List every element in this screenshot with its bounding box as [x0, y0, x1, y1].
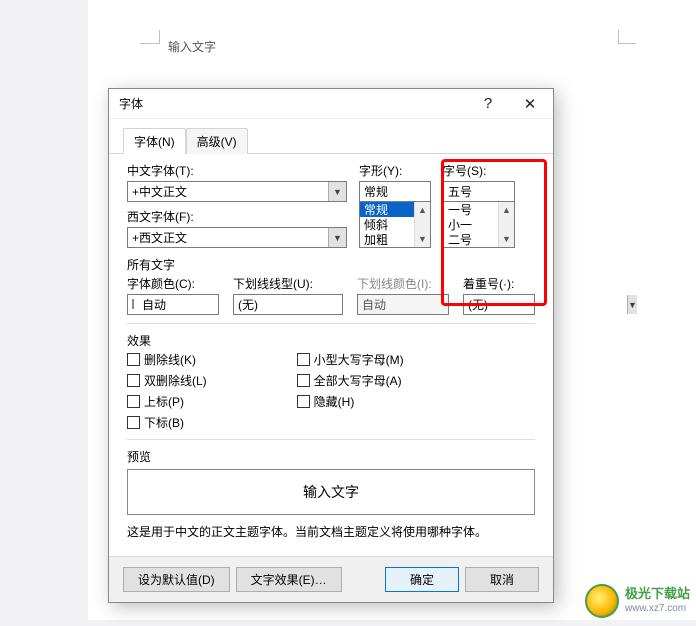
checkbox-strike[interactable]: 删除线(K)	[127, 351, 207, 368]
watermark-url: www.xz7.com	[625, 601, 690, 616]
checkbox-icon	[297, 395, 310, 408]
divider	[127, 439, 535, 440]
close-button[interactable]: ✕	[509, 89, 551, 119]
underline-color-combo: ▼	[357, 294, 449, 315]
list-item[interactable]: 加粗	[360, 232, 414, 247]
page-corner-top-right	[618, 30, 636, 44]
effects-left-col: 删除线(K) 双删除线(L) 上标(P) 下标(B)	[127, 351, 207, 431]
color-swatch-icon	[132, 299, 134, 309]
tabbar: 字体(N) 高级(V)	[109, 119, 553, 154]
checkbox-dstrike[interactable]: 双删除线(L)	[127, 372, 207, 389]
scroll-up-icon[interactable]: ▲	[415, 202, 430, 218]
watermark-logo-icon	[585, 584, 619, 618]
label-en-font: 西文字体(F):	[127, 208, 347, 225]
tab-font[interactable]: 字体(N)	[123, 128, 186, 154]
label-underline-style: 下划线线型(U):	[233, 275, 343, 292]
page-corner-top-left	[140, 30, 160, 44]
scroll-track[interactable]	[415, 218, 430, 231]
label-effects: 效果	[127, 332, 535, 349]
chevron-down-icon[interactable]: ▼	[328, 182, 346, 201]
document-placeholder-text: 输入文字	[168, 38, 216, 55]
tab-advanced[interactable]: 高级(V)	[186, 128, 248, 154]
en-font-input[interactable]	[128, 228, 328, 247]
scroll-down-icon[interactable]: ▼	[415, 231, 430, 247]
label-cn-font: 中文字体(T):	[127, 162, 347, 179]
label-underline-color: 下划线颜色(I):	[357, 275, 449, 292]
checkbox-super[interactable]: 上标(P)	[127, 393, 207, 410]
label-preview: 预览	[127, 448, 535, 465]
checkbox-allcaps[interactable]: 全部大写字母(A)	[297, 372, 404, 389]
checkbox-icon	[127, 416, 140, 429]
list-item[interactable]: 常规	[360, 202, 414, 217]
checkbox-icon	[297, 353, 310, 366]
en-font-combo[interactable]: ▼	[127, 227, 347, 248]
effects-right-col: 小型大写字母(M) 全部大写字母(A) 隐藏(H)	[297, 351, 404, 431]
checkbox-icon	[127, 374, 140, 387]
cancel-button[interactable]: 取消	[465, 567, 539, 592]
color-combo[interactable]: ▼	[127, 294, 219, 315]
list-item[interactable]: 倾斜	[360, 217, 414, 232]
divider	[127, 323, 535, 324]
cn-font-combo[interactable]: ▼	[127, 181, 347, 202]
dialog-titlebar[interactable]: 字体 ? ✕	[109, 89, 553, 119]
checkbox-icon	[127, 353, 140, 366]
text-effects-button[interactable]: 文字效果(E)…	[236, 567, 342, 592]
preview-box: 输入文字	[127, 469, 535, 515]
annotation-highlight	[441, 159, 547, 306]
watermark: 极光下载站 www.xz7.com	[585, 584, 690, 618]
help-button[interactable]: ?	[467, 89, 509, 119]
label-style: 字形(Y):	[359, 162, 431, 179]
style-listbox[interactable]: 常规 倾斜 加粗 ▲ ▼	[359, 202, 431, 248]
watermark-title: 极光下载站	[625, 586, 690, 601]
dialog-buttonbar: 设为默认值(D) 文字效果(E)… 确定 取消	[109, 556, 553, 602]
preview-text: 输入文字	[303, 482, 359, 502]
dialog-title: 字体	[119, 95, 467, 112]
checkbox-smallcaps[interactable]: 小型大写字母(M)	[297, 351, 404, 368]
underline-style-combo[interactable]: ▼	[233, 294, 343, 315]
scrollbar[interactable]: ▲ ▼	[414, 202, 430, 247]
ok-button[interactable]: 确定	[385, 567, 459, 592]
cn-font-input[interactable]	[128, 182, 328, 201]
chevron-down-icon[interactable]: ▼	[627, 295, 637, 314]
checkbox-sub[interactable]: 下标(B)	[127, 414, 207, 431]
chevron-down-icon[interactable]: ▼	[328, 228, 346, 247]
theme-font-note: 这是用于中文的正文主题字体。当前文档主题定义将使用哪种字体。	[127, 523, 535, 540]
checkbox-icon	[297, 374, 310, 387]
checkbox-hidden[interactable]: 隐藏(H)	[297, 393, 404, 410]
label-color: 字体颜色(C):	[127, 275, 219, 292]
set-default-button[interactable]: 设为默认值(D)	[123, 567, 230, 592]
checkbox-icon	[127, 395, 140, 408]
style-input-combo[interactable]	[359, 181, 431, 202]
